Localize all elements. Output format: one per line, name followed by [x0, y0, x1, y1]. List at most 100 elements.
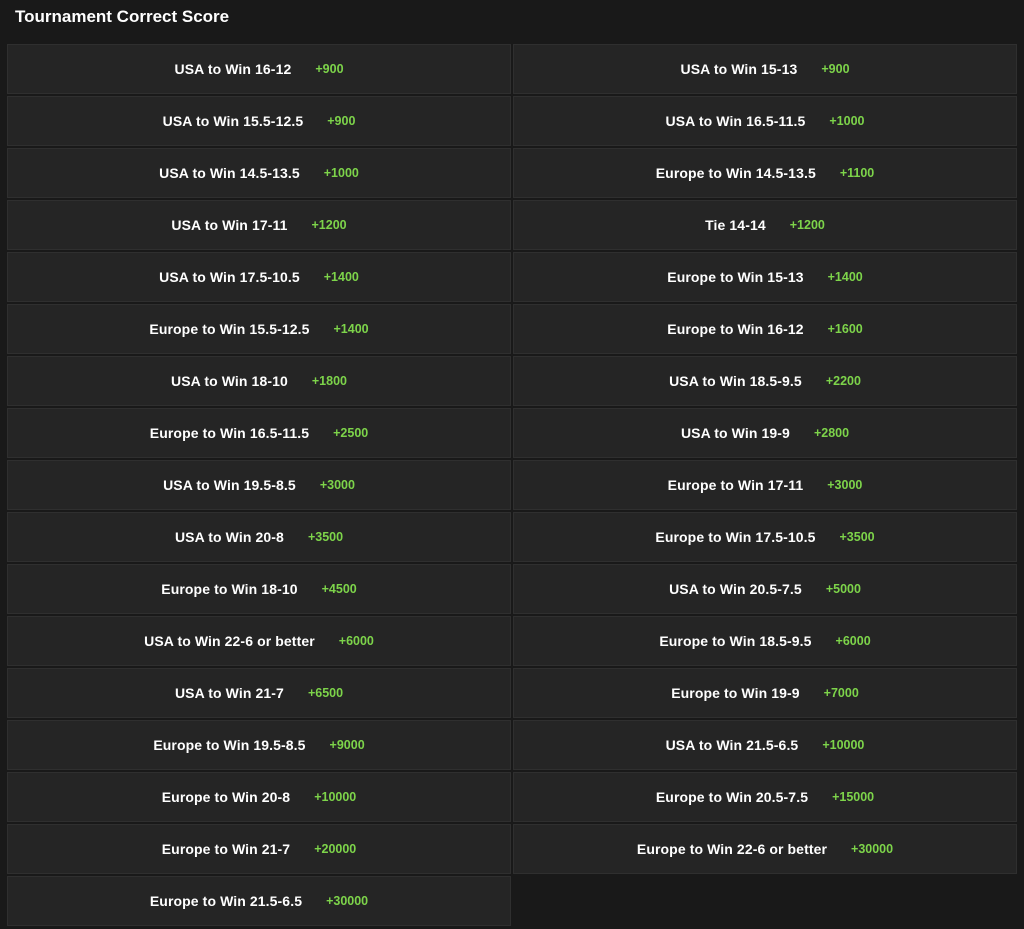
outcome-label: Europe to Win 20-8 [161, 789, 291, 805]
outcome-label: USA to Win 14.5-13.5 [159, 165, 300, 181]
outcome-odds: +1400 [827, 270, 863, 284]
outcome-button[interactable]: Europe to Win 19.5-8.5 +9000 [7, 720, 511, 770]
correct-score-market: Tournament Correct Score USA to Win 16-1… [0, 0, 1024, 929]
outcome-odds: +2500 [333, 426, 369, 440]
outcome-odds: +6000 [338, 634, 374, 648]
outcome-button[interactable]: Europe to Win 16.5-11.5 +2500 [7, 408, 511, 458]
outcome-button[interactable]: USA to Win 21.5-6.5 +10000 [513, 720, 1017, 770]
outcome-button[interactable]: Europe to Win 14.5-13.5 +1100 [513, 148, 1017, 198]
outcome-label: USA to Win 19-9 [680, 425, 790, 441]
outcome-odds: +1600 [827, 322, 863, 336]
outcome-odds: +1400 [333, 322, 369, 336]
outcome-odds: +3500 [307, 530, 344, 544]
outcome-label: Europe to Win 15.5-12.5 [149, 321, 310, 337]
outcome-label: USA to Win 17.5-10.5 [159, 269, 300, 285]
outcome-label: USA to Win 16-12 [174, 61, 292, 77]
outcome-button[interactable]: USA to Win 16-12 +900 [7, 44, 511, 94]
outcome-button[interactable]: USA to Win 18-10 +1800 [7, 356, 511, 406]
outcome-label: USA to Win 19.5-8.5 [163, 477, 296, 493]
outcome-button[interactable]: USA to Win 17-11 +1200 [7, 200, 511, 250]
outcome-odds: +1100 [839, 166, 875, 180]
outcome-button[interactable]: USA to Win 22-6 or better +6000 [7, 616, 511, 666]
outcome-button[interactable]: Europe to Win 20-8 +10000 [7, 772, 511, 822]
outcome-odds: +7000 [823, 686, 859, 700]
outcome-label: USA to Win 15.5-12.5 [162, 113, 304, 129]
outcome-label: USA to Win 22-6 or better [144, 633, 315, 649]
outcome-button[interactable]: Europe to Win 17.5-10.5 +3500 [513, 512, 1017, 562]
outcome-label: Europe to Win 19.5-8.5 [153, 737, 306, 753]
outcome-odds: +1400 [323, 270, 359, 284]
outcome-button[interactable]: USA to Win 21-7 +6500 [7, 668, 511, 718]
outcome-button[interactable]: Tie 14-14 +1200 [513, 200, 1017, 250]
outcome-button[interactable]: Europe to Win 21-7 +20000 [7, 824, 511, 874]
outcome-label: USA to Win 16.5-11.5 [665, 113, 806, 129]
outcome-label: Europe to Win 17.5-10.5 [655, 529, 816, 545]
outcome-label: Europe to Win 14.5-13.5 [655, 165, 816, 181]
outcome-label: Tie 14-14 [705, 217, 766, 233]
outcome-odds: +15000 [832, 790, 875, 804]
outcome-label: Europe to Win 19-9 [671, 685, 800, 701]
outcome-odds: +900 [315, 62, 344, 76]
outcome-button[interactable]: USA to Win 20-8 +3500 [7, 512, 511, 562]
outcome-button[interactable]: USA to Win 14.5-13.5 +1000 [7, 148, 511, 198]
market-title: Tournament Correct Score [15, 7, 230, 26]
outcome-label: Europe to Win 21-7 [161, 841, 291, 857]
outcome-button[interactable]: Europe to Win 18.5-9.5 +6000 [513, 616, 1017, 666]
outcome-button[interactable]: USA to Win 19-9 +2800 [513, 408, 1017, 458]
outcome-label: USA to Win 21-7 [174, 685, 284, 701]
outcome-button[interactable]: Europe to Win 20.5-7.5 +15000 [513, 772, 1017, 822]
outcome-button[interactable]: Europe to Win 16-12 +1600 [513, 304, 1017, 354]
outcome-label: USA to Win 18-10 [171, 373, 288, 389]
outcome-odds: +1200 [311, 218, 347, 232]
outcome-button[interactable]: USA to Win 19.5-8.5 +3000 [7, 460, 511, 510]
outcome-button[interactable]: Europe to Win 21.5-6.5 +30000 [7, 876, 511, 926]
outcome-odds: +1200 [789, 218, 825, 232]
outcome-odds: +1000 [323, 166, 359, 180]
outcome-label: Europe to Win 22-6 or better [636, 841, 828, 857]
outcome-label: Europe to Win 18-10 [161, 581, 298, 597]
outcome-odds: +6500 [307, 686, 344, 700]
outcome-button[interactable]: Europe to Win 18-10 +4500 [7, 564, 511, 614]
outcome-button[interactable]: USA to Win 17.5-10.5 +1400 [7, 252, 511, 302]
outcome-odds: +1000 [829, 114, 865, 128]
outcome-label: Europe to Win 17-11 [667, 477, 804, 493]
outcome-odds: +5000 [825, 582, 861, 596]
outcome-odds: +30000 [326, 894, 369, 908]
outcome-label: Europe to Win 16.5-11.5 [149, 425, 310, 441]
outcome-label: USA to Win 20-8 [174, 529, 284, 545]
outcome-odds: +3000 [319, 478, 355, 492]
outcome-label: Europe to Win 20.5-7.5 [655, 789, 809, 805]
outcome-grid: USA to Win 16-12 +900 USA to Win 15-13 +900… [7, 44, 1017, 926]
outcome-label: USA to Win 20.5-7.5 [669, 581, 802, 597]
outcome-label: USA to Win 17-11 [171, 217, 288, 233]
outcome-button[interactable]: Europe to Win 15-13 +1400 [513, 252, 1017, 302]
outcome-odds: +900 [821, 62, 850, 76]
outcome-button[interactable]: USA to Win 15-13 +900 [513, 44, 1017, 94]
outcome-odds: +9000 [329, 738, 365, 752]
outcome-button[interactable]: USA to Win 15.5-12.5 +900 [7, 96, 511, 146]
outcome-button[interactable]: USA to Win 20.5-7.5 +5000 [513, 564, 1017, 614]
outcome-label: USA to Win 18.5-9.5 [669, 373, 802, 389]
outcome-odds: +2200 [825, 374, 861, 388]
outcome-label: USA to Win 15-13 [680, 61, 798, 77]
outcome-button[interactable]: Europe to Win 19-9 +7000 [513, 668, 1017, 718]
outcome-odds: +20000 [314, 842, 357, 856]
outcome-odds: +1800 [311, 374, 347, 388]
outcome-odds: +3000 [827, 478, 863, 492]
outcome-odds: +2800 [813, 426, 850, 440]
outcome-button[interactable]: Europe to Win 15.5-12.5 +1400 [7, 304, 511, 354]
outcome-button[interactable]: USA to Win 16.5-11.5 +1000 [513, 96, 1017, 146]
outcome-odds: +6000 [835, 634, 871, 648]
outcome-odds: +30000 [851, 842, 894, 856]
outcome-odds: +10000 [314, 790, 357, 804]
outcome-odds: +3500 [839, 530, 875, 544]
outcome-button[interactable]: USA to Win 18.5-9.5 +2200 [513, 356, 1017, 406]
outcome-odds: +900 [327, 114, 356, 128]
outcome-button[interactable]: Europe to Win 17-11 +3000 [513, 460, 1017, 510]
outcome-button[interactable]: Europe to Win 22-6 or better +30000 [513, 824, 1017, 874]
outcome-label: Europe to Win 18.5-9.5 [659, 633, 812, 649]
outcome-label: Europe to Win 16-12 [667, 321, 804, 337]
outcome-label: Europe to Win 21.5-6.5 [149, 893, 303, 909]
outcome-odds: +10000 [822, 738, 865, 752]
outcome-odds: +4500 [321, 582, 357, 596]
